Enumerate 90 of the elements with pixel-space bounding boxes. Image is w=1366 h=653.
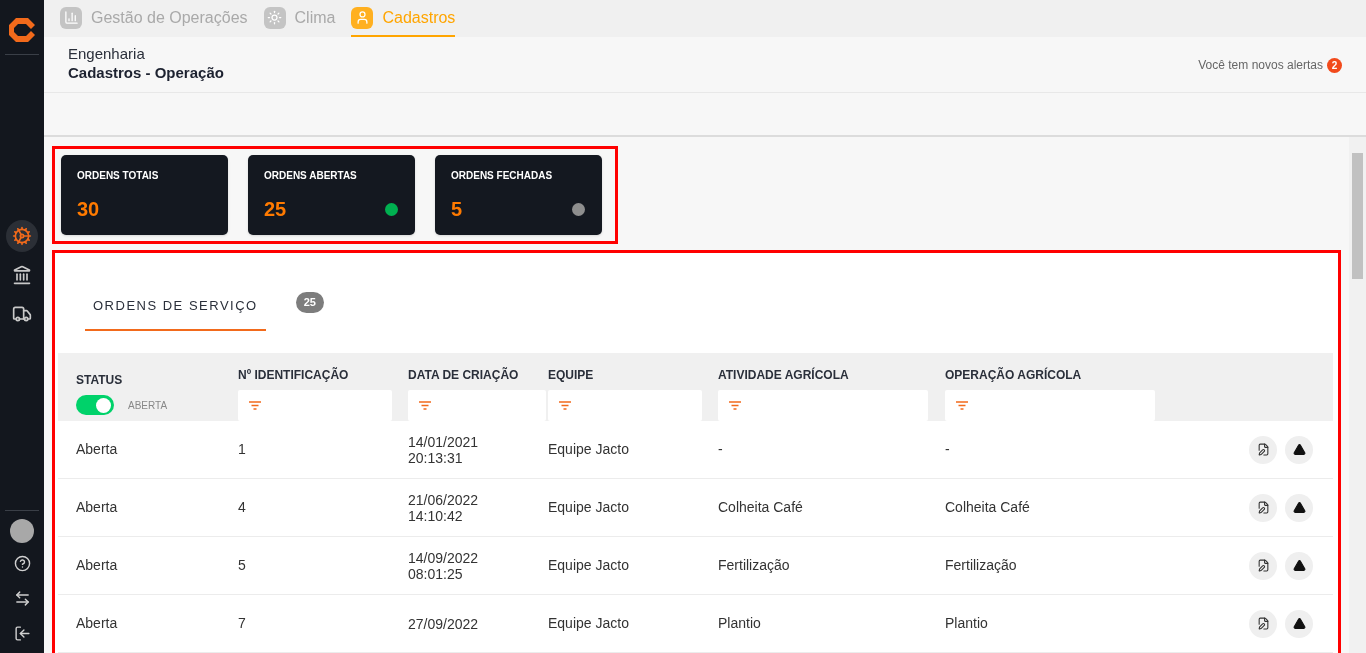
- filter-icon: [249, 401, 261, 410]
- warning-icon: [1292, 443, 1306, 456]
- help-icon[interactable]: [13, 555, 31, 572]
- table-cell-text: 1: [237, 440, 247, 459]
- alerts-text[interactable]: Você tem novos alertas: [1198, 56, 1323, 74]
- swap-icon[interactable]: [13, 590, 31, 607]
- edit-button[interactable]: [1249, 435, 1277, 464]
- table-cell-text: Aberta: [75, 440, 119, 459]
- table-cell-text: 27/09/2022: [408, 615, 480, 632]
- card-label: ORDENS TOTAIS: [77, 169, 160, 183]
- column-header: OPERAÇÃO AGRÍCOLA: [945, 366, 1083, 384]
- filter-icon: [956, 401, 968, 410]
- card-value: 5: [451, 197, 463, 222]
- scrollbar[interactable]: [1349, 137, 1366, 653]
- logo-icon: [7, 15, 37, 45]
- table-row[interactable]: Aberta 4 21/06/2022 14:10:42 Equipe Jacto Colheita Café Colheita Café: [58, 479, 1333, 537]
- filter-field[interactable]: [945, 390, 1155, 421]
- panel-tab[interactable]: ORDENS DE SERVIÇO: [85, 283, 266, 331]
- vehicle-icon: [12, 304, 32, 324]
- table-cell-text: Aberta: [75, 614, 119, 633]
- edit-button[interactable]: [1249, 551, 1277, 580]
- filter-icon: [559, 401, 571, 410]
- filter-field[interactable]: [408, 390, 546, 421]
- table-cell-text: -: [944, 440, 951, 459]
- edit-icon: [1256, 617, 1270, 630]
- table-cell-text: 08:01:25: [408, 565, 464, 582]
- card-label: ORDENS ABERTAS: [264, 169, 358, 183]
- table-cell-text: 7: [237, 614, 247, 633]
- table-cell-text: Fertilização: [717, 556, 791, 575]
- warning-icon: [1292, 617, 1306, 630]
- breadcrumb-section: Engenharia: [68, 44, 224, 63]
- logout-icon[interactable]: [13, 625, 31, 642]
- edit-icon: [1256, 443, 1270, 456]
- alert-count-badge: 2: [1327, 57, 1342, 73]
- alert-button[interactable]: [1285, 435, 1313, 464]
- column-header: ATIVIDADE AGRÍCOLA: [718, 366, 850, 384]
- filter-field[interactable]: [548, 390, 702, 421]
- edit-button[interactable]: [1249, 493, 1277, 522]
- edit-icon: [1256, 501, 1270, 514]
- table-cell-text: Equipe Jacto: [547, 614, 630, 633]
- gear-icon: [12, 226, 32, 246]
- card-value: 25: [264, 197, 287, 222]
- table-row[interactable]: Aberta 7 27/09/2022 Equipe Jacto Plantio Plantio: [58, 595, 1333, 653]
- table-cell-text: Plantio: [717, 614, 762, 633]
- sun-icon: [263, 6, 286, 29]
- table-cell-text: 14/01/2021: [408, 433, 480, 450]
- building-icon: [12, 265, 32, 285]
- warning-icon: [1292, 501, 1306, 514]
- chart-icon: [60, 6, 82, 29]
- table-cell-text: Fertilização: [944, 556, 1018, 575]
- table-row[interactable]: Aberta 5 14/09/2022 08:01:25 Equipe Jacto Fertilização Fertilização: [58, 537, 1333, 595]
- edit-icon: [1256, 559, 1270, 572]
- alert-button[interactable]: [1285, 551, 1313, 580]
- filter-field[interactable]: [238, 390, 392, 421]
- column-header: DATA DE CRIAÇÃO: [408, 366, 520, 384]
- table-cell-text: 14:10:42: [408, 507, 464, 524]
- table-cell-text: 14/09/2022: [408, 549, 480, 566]
- table-cell-text: Equipe Jacto: [547, 498, 630, 517]
- warning-icon: [1292, 559, 1306, 572]
- card-label: ORDENS FECHADAS: [451, 169, 554, 183]
- alert-button[interactable]: [1285, 493, 1313, 522]
- table-cell-text: 21/06/2022: [408, 491, 480, 508]
- table-cell-text: Aberta: [75, 498, 119, 517]
- count-badge: 25: [295, 291, 324, 313]
- edit-button[interactable]: [1249, 609, 1277, 638]
- column-header: EQUIPE: [548, 367, 595, 384]
- column-header: Nº IDENTIFICAÇÃO: [238, 366, 350, 384]
- avatar[interactable]: [10, 519, 34, 543]
- filter-field[interactable]: [718, 390, 928, 421]
- alert-button[interactable]: [1285, 609, 1313, 638]
- table-cell-text: 20:13:31: [408, 449, 464, 466]
- filter-icon: [419, 401, 431, 410]
- table-cell-text: -: [717, 440, 724, 459]
- table-cell-text: Plantio: [944, 614, 989, 633]
- toggle-label: ABERTA: [128, 398, 168, 413]
- table-cell-text: Aberta: [75, 556, 119, 575]
- status-toggle[interactable]: [76, 395, 114, 415]
- table-row[interactable]: Aberta 1 14/01/2021 20:13:31 Equipe Jacto - -: [58, 421, 1333, 479]
- table-cell-text: Equipe Jacto: [547, 556, 630, 575]
- table-cell-text: Colheita Café: [717, 498, 804, 517]
- filter-icon: [729, 401, 741, 410]
- user-icon: [351, 6, 374, 29]
- table-cell-text: Equipe Jacto: [547, 440, 630, 459]
- nav-item[interactable]: [6, 220, 38, 252]
- table-cell-text: Colheita Café: [944, 498, 1031, 517]
- column-header: STATUS: [76, 372, 124, 389]
- table-cell-text: 5: [237, 556, 247, 575]
- table-cell-text: 4: [237, 498, 247, 517]
- page-title: Cadastros - Operação: [68, 63, 224, 83]
- card-value: 30: [77, 197, 100, 222]
